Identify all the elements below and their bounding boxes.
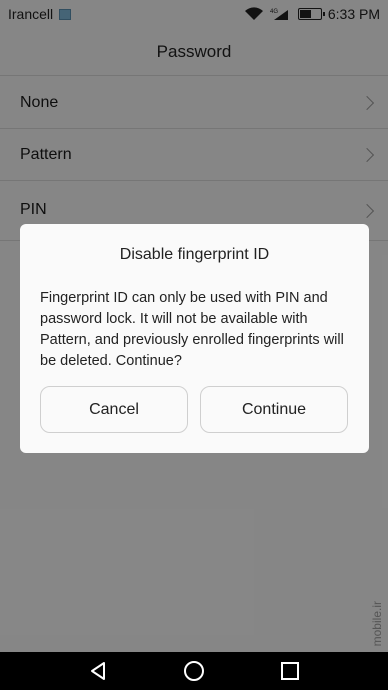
watermark: mobile.ir	[370, 600, 384, 646]
continue-button[interactable]: Continue	[200, 386, 348, 433]
home-circle-icon	[184, 661, 204, 681]
recents-square-icon	[281, 662, 299, 680]
home-button[interactable]	[183, 660, 205, 682]
navigation-bar	[0, 652, 388, 690]
recents-button[interactable]	[279, 660, 301, 682]
back-button[interactable]	[87, 660, 109, 682]
disable-fingerprint-dialog: Disable fingerprint ID Fingerprint ID ca…	[20, 224, 369, 453]
back-triangle-icon	[91, 662, 105, 680]
dialog-title: Disable fingerprint ID	[119, 246, 270, 263]
dialog-message: Fingerprint ID can only be used with PIN…	[40, 290, 344, 369]
cancel-button[interactable]: Cancel	[40, 386, 188, 433]
settings-screen: Irancell 4G 6:33 PM Password None Patter…	[0, 0, 388, 652]
